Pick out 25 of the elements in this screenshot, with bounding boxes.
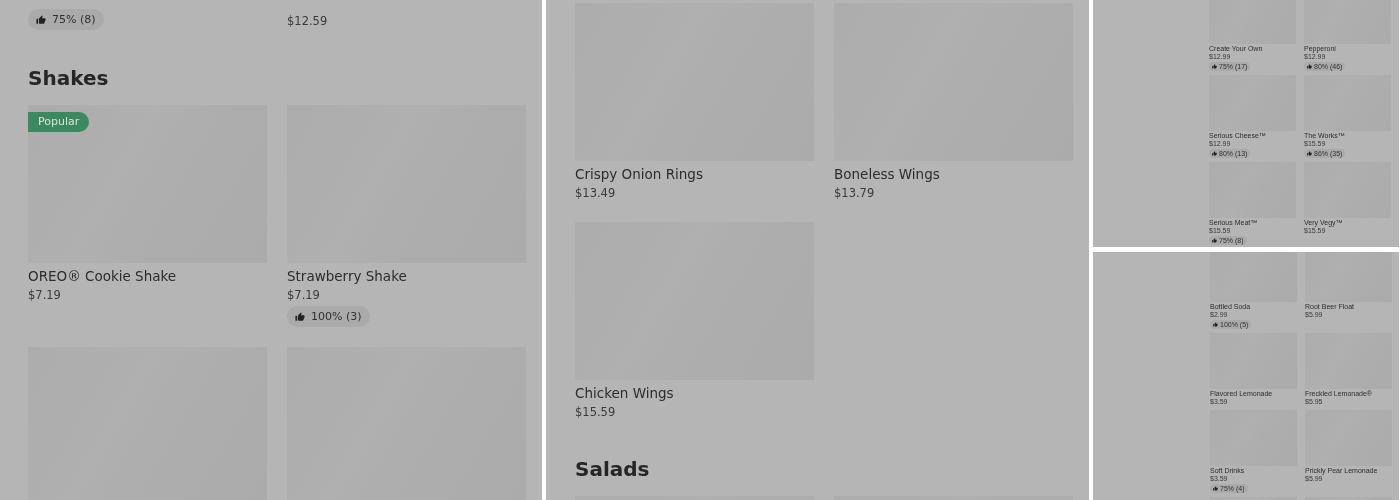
rating-pill: 100% (3) bbox=[287, 306, 370, 327]
thumbs-up-icon bbox=[1307, 64, 1312, 69]
thumbs-up-icon bbox=[1213, 486, 1218, 491]
thumbs-up-icon bbox=[1212, 238, 1217, 243]
item-price: $12.59 bbox=[287, 13, 328, 30]
thumbs-up-icon bbox=[1212, 151, 1217, 156]
item-price: $13.79 bbox=[834, 185, 875, 202]
thumbs-up-icon bbox=[1212, 64, 1217, 69]
section-heading: Salads bbox=[575, 456, 650, 483]
item-price: $7.19 bbox=[287, 287, 320, 304]
thumbs-up-icon bbox=[36, 14, 46, 25]
item-price: $7.19 bbox=[28, 287, 61, 304]
item-name: Chicken Wings bbox=[575, 384, 674, 403]
item-name: Crispy Onion Rings bbox=[575, 165, 703, 184]
thumbs-up-icon bbox=[295, 311, 305, 322]
popular-tag: Popular bbox=[28, 112, 90, 132]
item-name: Boneless Wings bbox=[834, 165, 940, 184]
item-name: OREO® Cookie Shake bbox=[28, 267, 177, 286]
item-price: $13.49 bbox=[575, 185, 616, 202]
thumbs-up-icon bbox=[1213, 322, 1218, 327]
item-price: $15.59 bbox=[575, 404, 616, 421]
item-name: Strawberry Shake bbox=[287, 267, 407, 286]
section-heading: Shakes bbox=[28, 65, 109, 92]
rating-pill: 75% (8) bbox=[28, 9, 104, 30]
thumbs-up-icon bbox=[1307, 151, 1312, 156]
